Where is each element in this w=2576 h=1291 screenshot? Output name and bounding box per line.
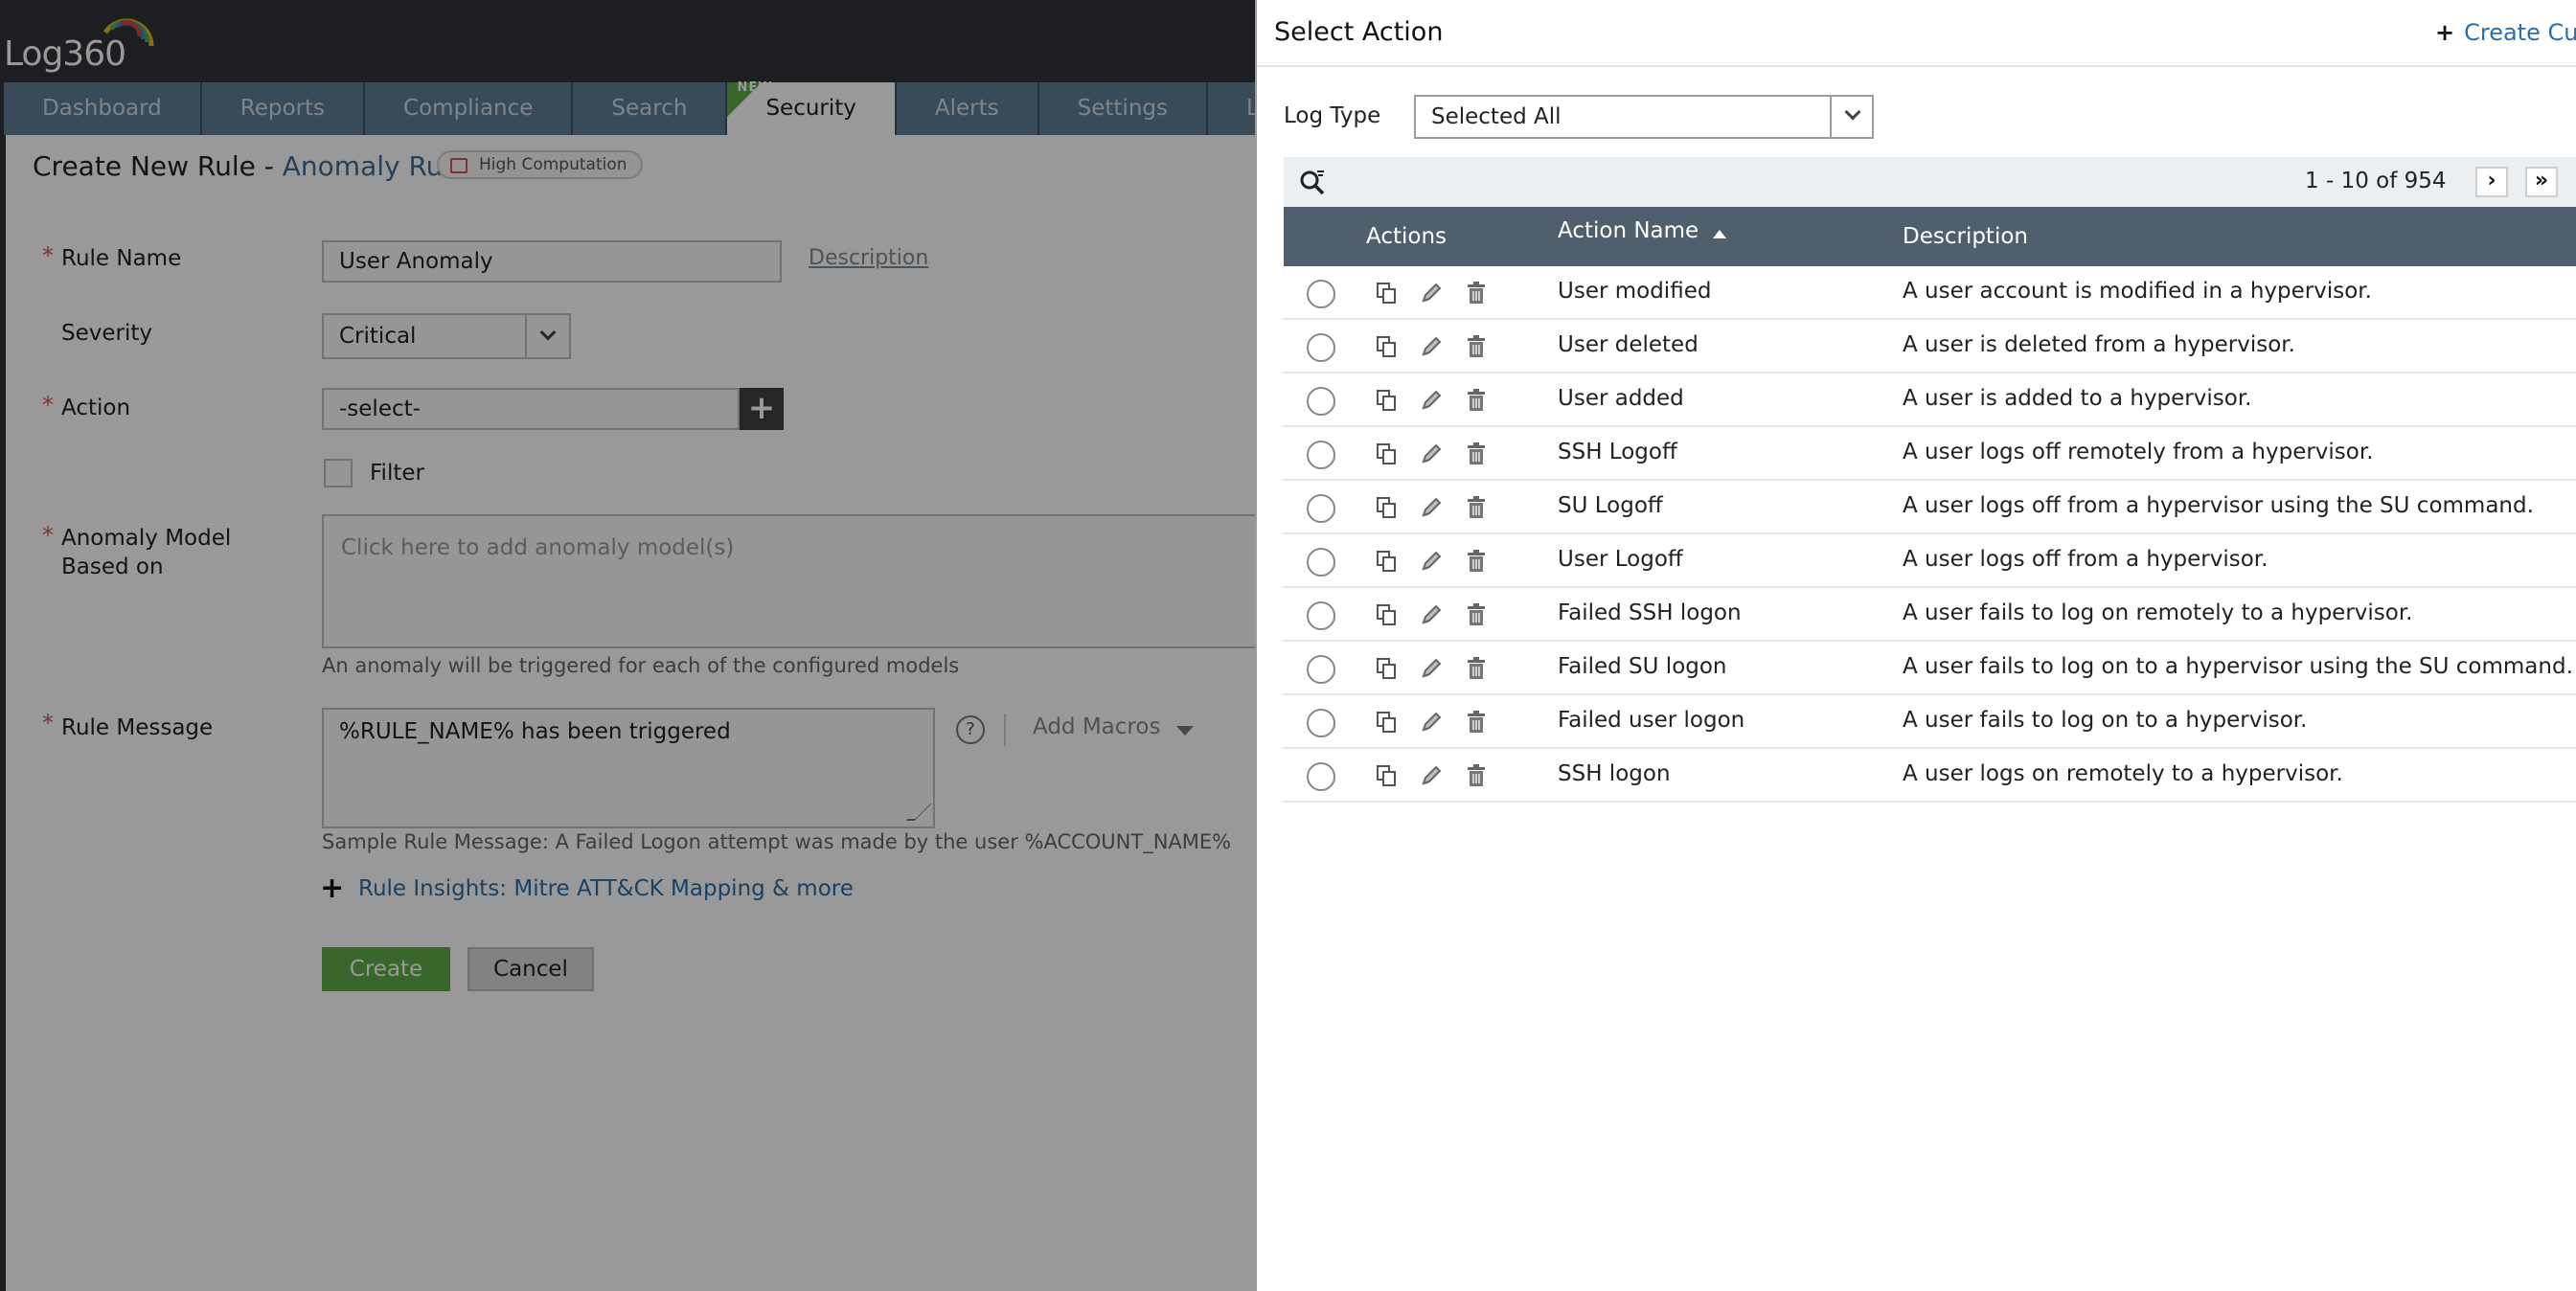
description-cell: A user logs on remotely to a hypervisor. [1903, 761, 2343, 786]
modal-backdrop[interactable] [0, 0, 1255, 1291]
column-header-action-name[interactable]: Action Name [1558, 218, 1698, 243]
delete-icon[interactable] [1466, 550, 1487, 573]
edit-icon[interactable] [1420, 550, 1443, 573]
table-row[interactable]: SSH Logoff A user logs off remotely from … [1284, 427, 2576, 481]
action-name-cell: SU Logoff [1558, 493, 1663, 518]
row-radio[interactable] [1307, 441, 1335, 469]
row-radio[interactable] [1307, 387, 1335, 416]
chevron-down-icon [1844, 103, 1861, 121]
table-row[interactable]: SU Logoff A user logs off from a hypervis… [1284, 481, 2576, 534]
sort-ascending-icon[interactable] [1713, 230, 1726, 238]
description-cell: A user logs off remotely from a hypervis… [1903, 440, 2374, 464]
copy-icon[interactable] [1376, 389, 1397, 412]
edit-icon[interactable] [1420, 711, 1443, 734]
description-cell: A user fails to log on to a hypervisor. [1903, 708, 2308, 733]
last-page-button[interactable]: » [2525, 167, 2558, 197]
create-custom-action-link[interactable]: + Create Cus [2435, 19, 2576, 46]
copy-icon[interactable] [1376, 335, 1397, 358]
delete-icon[interactable] [1466, 335, 1487, 358]
description-cell: A user fails to log on to a hypervisor u… [1903, 654, 2573, 679]
edit-icon[interactable] [1420, 657, 1443, 680]
description-cell: A user is added to a hypervisor. [1903, 386, 2252, 411]
description-cell: A user is deleted from a hypervisor. [1903, 332, 2295, 357]
row-radio[interactable] [1307, 709, 1335, 737]
row-radio[interactable] [1307, 494, 1335, 523]
create-custom-label: Create Cus [2464, 19, 2576, 46]
table-row[interactable]: Failed SSH logon A user fails to log on r… [1284, 588, 2576, 642]
action-name-cell: SSH Logoff [1558, 440, 1677, 464]
copy-icon[interactable] [1376, 550, 1397, 573]
log-type-select[interactable]: Selected All [1414, 95, 1874, 139]
grid-toolbar: 1 - 10 of 954 › » [1284, 157, 2576, 207]
description-cell: A user account is modified in a hypervis… [1903, 279, 2372, 304]
copy-icon[interactable] [1376, 442, 1397, 465]
row-radio[interactable] [1307, 280, 1335, 308]
edit-icon[interactable] [1420, 764, 1443, 787]
next-page-button[interactable]: › [2475, 167, 2508, 197]
delete-icon[interactable] [1466, 657, 1487, 680]
row-radio[interactable] [1307, 601, 1335, 630]
column-header-description: Description [1903, 224, 2028, 249]
delete-icon[interactable] [1466, 603, 1487, 626]
action-name-cell: SSH logon [1558, 761, 1671, 786]
search-filter-icon[interactable] [1299, 169, 1326, 195]
copy-icon[interactable] [1376, 764, 1397, 787]
copy-icon[interactable] [1376, 496, 1397, 519]
copy-icon[interactable] [1376, 282, 1397, 305]
table-row[interactable]: User Logoff A user logs off from a hyperv… [1284, 534, 2576, 588]
delete-icon[interactable] [1466, 282, 1487, 305]
action-name-cell: Failed user logon [1558, 708, 1745, 733]
action-name-cell: Failed SSH logon [1558, 600, 1742, 625]
action-name-cell: User Logoff [1558, 547, 1683, 572]
pagination-status: 1 - 10 of 954 [2305, 169, 2447, 193]
log-type-label: Log Type [1284, 103, 1381, 128]
copy-icon[interactable] [1376, 603, 1397, 626]
action-name-cell: User added [1558, 386, 1684, 411]
description-cell: A user logs off from a hypervisor. [1903, 547, 2268, 572]
log-type-value: Selected All [1431, 104, 1562, 129]
select-divider [1830, 97, 1832, 137]
table-header: Actions Action Name Description [1284, 207, 2576, 266]
plus-icon: + [2435, 19, 2455, 46]
column-header-actions: Actions [1366, 224, 1448, 249]
table-row[interactable]: User deleted A user is deleted from a hyp… [1284, 320, 2576, 374]
delete-icon[interactable] [1466, 389, 1487, 412]
actions-table-body: User modified A user account is modified … [1284, 266, 2576, 803]
action-name-cell: Failed SU logon [1558, 654, 1727, 679]
panel-divider [1257, 65, 2576, 67]
table-row[interactable]: Failed user logon A user fails to log on … [1284, 695, 2576, 749]
edit-icon[interactable] [1420, 496, 1443, 519]
row-radio[interactable] [1307, 548, 1335, 577]
table-row[interactable]: Failed SU logon A user fails to log on to… [1284, 642, 2576, 695]
delete-icon[interactable] [1466, 711, 1487, 734]
delete-icon[interactable] [1466, 764, 1487, 787]
table-row[interactable]: User added A user is added to a hyperviso… [1284, 374, 2576, 427]
copy-icon[interactable] [1376, 657, 1397, 680]
row-radio[interactable] [1307, 762, 1335, 791]
copy-icon[interactable] [1376, 711, 1397, 734]
table-row[interactable]: User modified A user account is modified … [1284, 266, 2576, 320]
log360-app: Log360 Dashboard Reports Compliance Sear… [0, 0, 1255, 1291]
action-name-cell: User deleted [1558, 332, 1698, 357]
edit-icon[interactable] [1420, 282, 1443, 305]
panel-title: Select Action [1274, 17, 1444, 47]
edit-icon[interactable] [1420, 442, 1443, 465]
table-row[interactable]: SSH logon A user logs on remotely to a hy… [1284, 749, 2576, 803]
description-cell: A user fails to log on remotely to a hyp… [1903, 600, 2413, 625]
row-radio[interactable] [1307, 655, 1335, 684]
edit-icon[interactable] [1420, 389, 1443, 412]
action-name-cell: User modified [1558, 279, 1712, 304]
select-action-panel: Select Action + Create Cus Log Type Selec… [1255, 0, 2576, 1291]
edit-icon[interactable] [1420, 335, 1443, 358]
row-radio[interactable] [1307, 333, 1335, 362]
delete-icon[interactable] [1466, 442, 1487, 465]
delete-icon[interactable] [1466, 496, 1487, 519]
description-cell: A user logs off from a hypervisor using … [1903, 493, 2534, 518]
edit-icon[interactable] [1420, 603, 1443, 626]
